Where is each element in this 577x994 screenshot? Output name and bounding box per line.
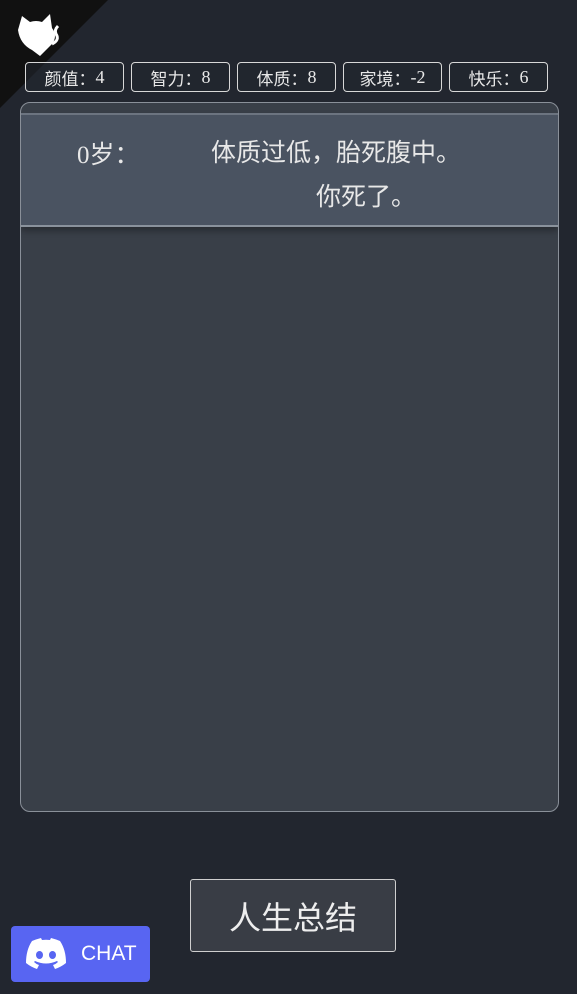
stat-family: 家境： -2 <box>343 62 442 92</box>
event-line: 体质过低，胎死腹中。 <box>210 138 461 167</box>
event-text: 体质过低，胎死腹中。 你死了。 <box>171 131 501 219</box>
life-summary-button[interactable]: 人生总结 <box>190 879 396 952</box>
event-line: 你死了。 <box>315 182 416 211</box>
stat-intelligence: 智力： 8 <box>131 62 230 92</box>
github-octocat-icon[interactable] <box>12 10 64 58</box>
stat-happiness: 快乐： 6 <box>449 62 548 92</box>
chat-button[interactable]: CHAT <box>11 926 150 982</box>
event-age: 0岁： <box>77 140 140 169</box>
stat-constitution: 体质： 8 <box>237 62 336 92</box>
list-item: 0岁： 体质过低，胎死腹中。 你死了。 <box>21 113 558 227</box>
life-event-list[interactable]: 0岁： 体质过低，胎死腹中。 你死了。 <box>20 102 559 812</box>
chat-label: CHAT <box>81 942 137 965</box>
discord-icon <box>26 938 66 969</box>
stats-bar: 颜值： 4 智力： 8 体质： 8 家境： -2 快乐： 6 <box>25 62 548 92</box>
stat-appearance: 颜值： 4 <box>25 62 124 92</box>
